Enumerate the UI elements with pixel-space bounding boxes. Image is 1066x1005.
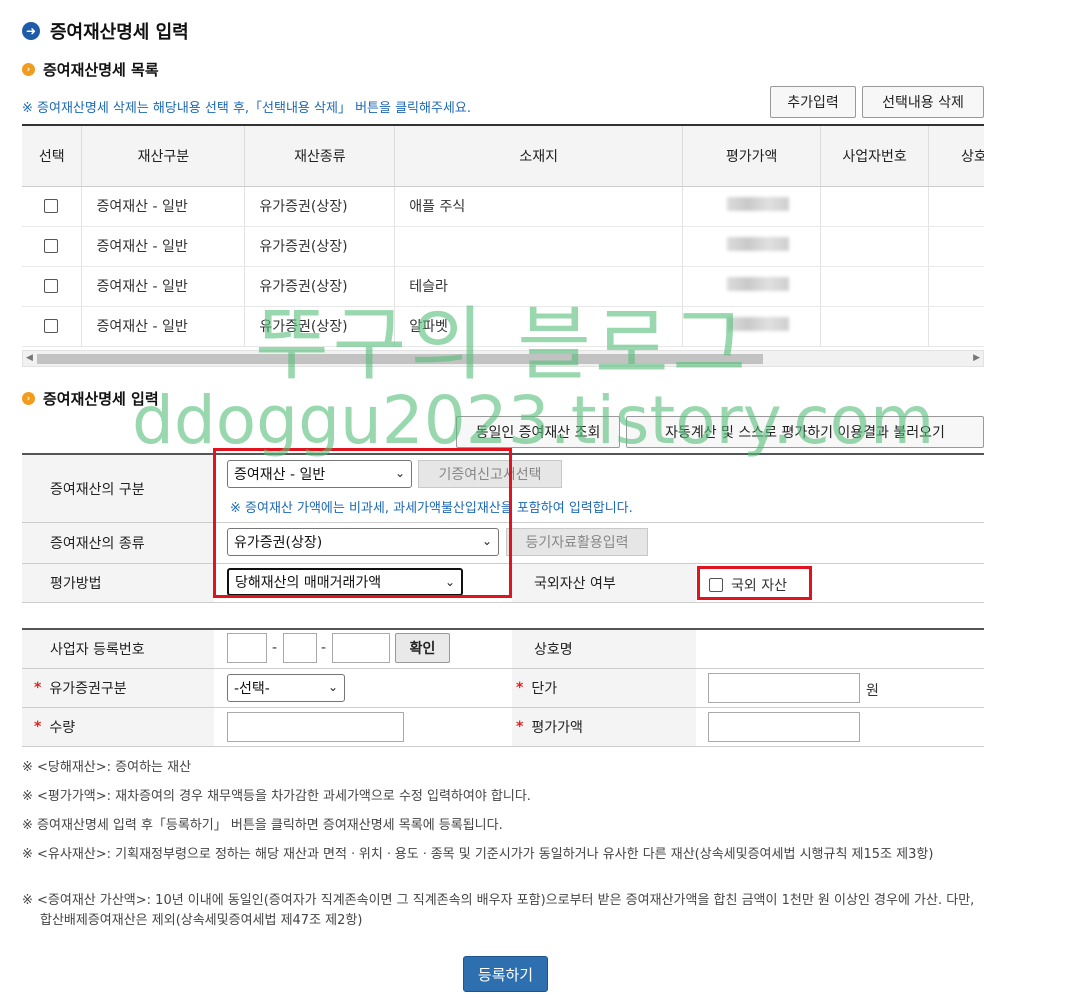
note-item: ※ <당해재산>: 증여하는 재산 xyxy=(22,760,192,775)
register-button[interactable]: 등록하기 xyxy=(463,956,548,992)
property-list-grid: 선택 재산구분 재산종류 소재지 평가가액 사업자번호 상호 증여재산 - 일반… xyxy=(22,124,984,370)
unit-price-input[interactable] xyxy=(708,673,860,703)
blurred-value xyxy=(727,317,790,331)
scroll-left-icon[interactable]: ◀ xyxy=(26,353,33,363)
row-checkbox[interactable] xyxy=(44,239,59,253)
kind-label: 증여재산의 종류 xyxy=(22,523,214,563)
row-kind: 유가증권(상장) xyxy=(244,186,396,227)
horizontal-scrollbar[interactable]: ◀ ▶ xyxy=(22,350,984,367)
unit-price-label: * 단가 xyxy=(512,669,696,707)
note-item: ※ <유사재산>: 기획재정부령으로 정하는 해당 재산과 면적ㆍ위치ㆍ용도ㆍ종… xyxy=(22,847,934,862)
col-header-select: 선택 xyxy=(22,126,83,187)
security-type-label: * 유가증권구분 xyxy=(22,669,214,707)
chevron-right-icon: › xyxy=(22,63,35,76)
company-label: 상호명 xyxy=(512,630,696,668)
scrollbar-thumb[interactable] xyxy=(37,354,763,364)
row-category: 증여재산 - 일반 xyxy=(81,306,246,347)
add-input-button[interactable]: 추가입력 xyxy=(770,86,856,118)
row-checkbox[interactable] xyxy=(44,319,59,333)
table-row[interactable]: 증여재산 - 일반 유가증권(상장) xyxy=(22,226,984,267)
category-label: 증여재산의 구분 xyxy=(22,455,214,522)
page-title: ➜ 증여재산명세 입력 xyxy=(22,18,189,44)
same-person-lookup-button[interactable]: 동일인 증여재산 조회 xyxy=(456,416,620,448)
row-category: 증여재산 - 일반 xyxy=(81,266,246,307)
row-checkbox[interactable] xyxy=(44,199,59,213)
delete-selected-button[interactable]: 선택내용 삭제 xyxy=(862,86,984,118)
biz-no-part1-input[interactable] xyxy=(227,633,267,663)
required-mark: * xyxy=(34,719,42,735)
highlight-box-main xyxy=(213,448,512,598)
biz-no-confirm-button[interactable]: 확인 xyxy=(395,633,450,663)
dash-separator: - xyxy=(272,640,278,656)
registry-data-button[interactable]: 등기자료활용입력 xyxy=(506,528,648,556)
row-location xyxy=(394,226,684,267)
table-row[interactable]: 증여재산 - 일반 유가증권(상장) 애플 주식 xyxy=(22,186,984,227)
blurred-value xyxy=(727,197,790,211)
list-section-title: › 증여재산명세 목록 xyxy=(22,59,159,80)
security-type-select[interactable]: -선택- ⌄ xyxy=(227,674,345,702)
page-title-text: 증여재산명세 입력 xyxy=(50,22,189,43)
row-category: 증여재산 - 일반 xyxy=(81,186,246,227)
quantity-input[interactable] xyxy=(227,712,404,742)
blurred-value xyxy=(727,277,790,291)
security-type-select-value: -선택- xyxy=(234,681,270,697)
col-header-biz-no: 사업자번호 xyxy=(820,126,930,187)
chevron-down-icon: ⌄ xyxy=(327,680,338,694)
value-input[interactable] xyxy=(708,712,860,742)
note-item: ※ <평가가액>: 재차증여의 경우 채무액등을 차가감한 과세가액으로 수정 … xyxy=(22,789,531,804)
row-category: 증여재산 - 일반 xyxy=(81,226,246,267)
input-section-title: › 증여재산명세 입력 xyxy=(22,388,159,409)
biz-no-part3-input[interactable] xyxy=(332,633,390,663)
col-header-location: 소재지 xyxy=(394,126,684,187)
quantity-label: * 수량 xyxy=(22,708,214,746)
row-kind: 유가증권(상장) xyxy=(244,226,396,267)
blurred-value xyxy=(727,237,790,251)
table-row[interactable]: 증여재산 - 일반 유가증권(상장) 테슬라 xyxy=(22,266,984,307)
row-location: 테슬라 xyxy=(394,266,684,307)
row-location: 알파벳 xyxy=(394,306,684,347)
col-header-category: 재산구분 xyxy=(81,126,246,187)
input-section-title-text: 증여재산명세 입력 xyxy=(43,390,159,408)
dash-separator: - xyxy=(321,640,327,656)
auto-calc-import-button[interactable]: 자동계산 및 스스로 평가하기 이용결과 불러오기 xyxy=(626,416,984,448)
arrow-right-icon: ➜ xyxy=(22,22,40,40)
row-kind: 유가증권(상장) xyxy=(244,306,396,347)
foreign-asset-label: 국외자산 여부 xyxy=(512,564,696,602)
required-mark: * xyxy=(34,680,42,696)
currency-unit: 원 xyxy=(866,683,879,699)
highlight-box-foreign xyxy=(697,566,812,600)
row-location: 애플 주식 xyxy=(394,186,684,227)
note-item: ※ <증여재산 가산액>: 10년 이내에 동일인(증여자가 직계존속이면 그 … xyxy=(22,893,975,928)
list-section-title-text: 증여재산명세 목록 xyxy=(43,61,159,79)
biz-no-part2-input[interactable] xyxy=(283,633,317,663)
chevron-right-icon: › xyxy=(22,392,35,405)
value-label: * 평가가액 xyxy=(512,708,696,746)
required-mark: * xyxy=(516,680,524,696)
delete-notice: ※ 증여재산명세 삭제는 해당내용 선택 후,「선택내용 삭제」 버튼을 클릭해… xyxy=(22,101,471,116)
col-header-value: 평가가액 xyxy=(682,126,822,187)
scroll-right-icon[interactable]: ▶ xyxy=(973,353,980,363)
col-header-company: 상호 xyxy=(928,126,984,187)
row-kind: 유가증권(상장) xyxy=(244,266,396,307)
col-header-kind: 재산종류 xyxy=(244,126,396,187)
required-mark: * xyxy=(516,719,524,735)
table-row[interactable]: 증여재산 - 일반 유가증권(상장) 알파벳 xyxy=(22,306,984,347)
method-label: 평가방법 xyxy=(22,564,214,602)
note-item: ※ 증여재산명세 입력 후「등록하기」 버튼을 클릭하면 증여재산명세 목록에 … xyxy=(22,818,503,833)
biz-no-label: 사업자 등록번호 xyxy=(22,630,214,668)
row-checkbox[interactable] xyxy=(44,279,59,293)
